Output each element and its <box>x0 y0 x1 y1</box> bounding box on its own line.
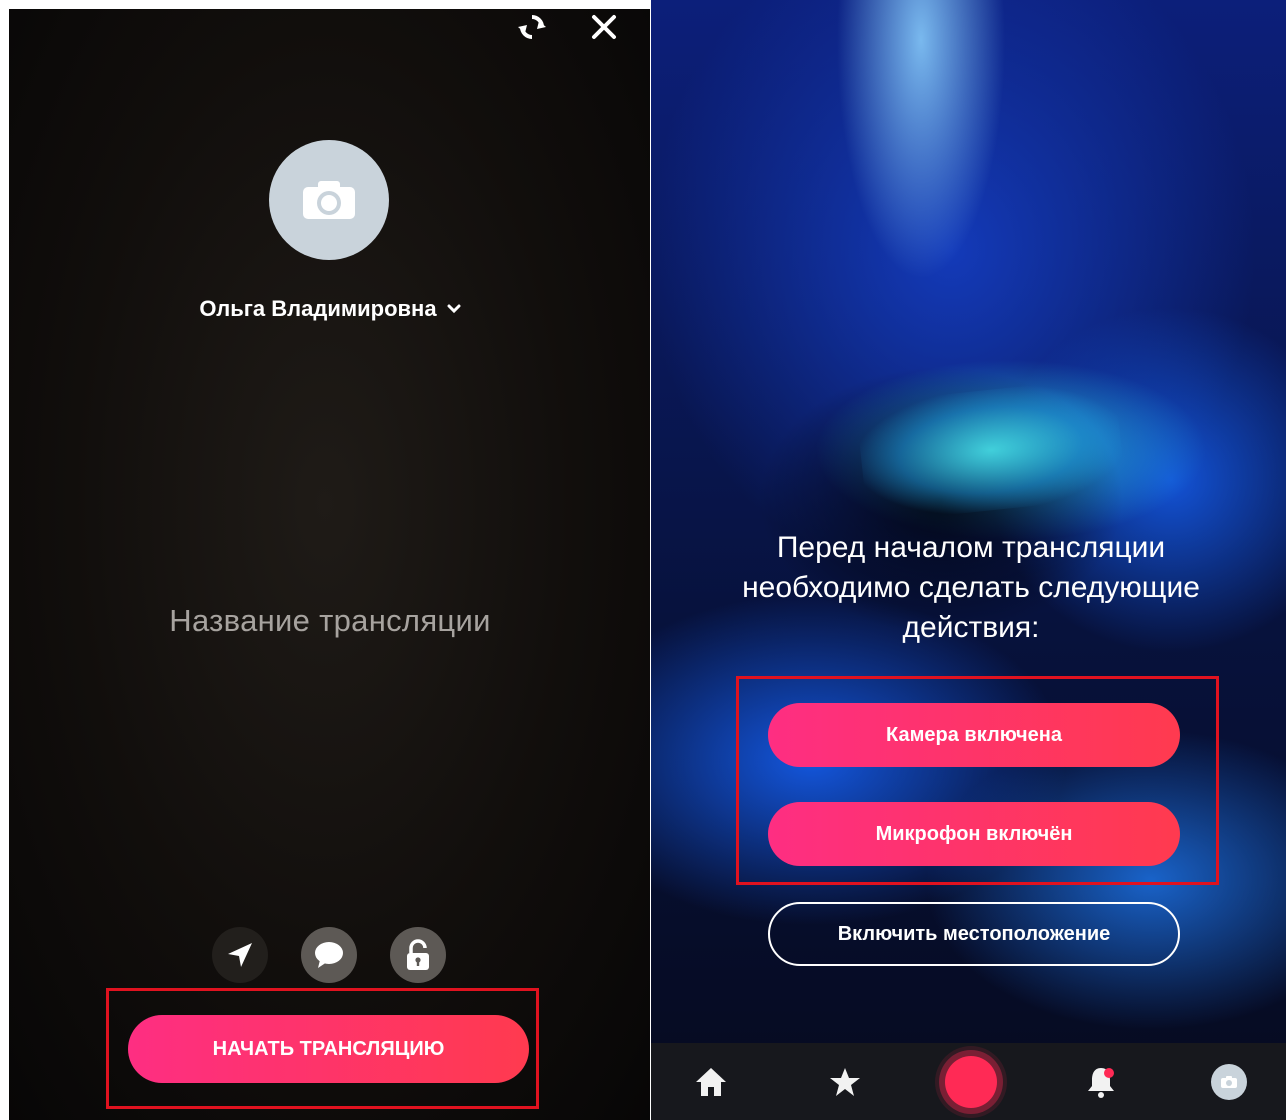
prompt-line: необходимо сделать следующие <box>742 571 1200 604</box>
top-margin <box>0 0 650 9</box>
tab-notifications[interactable] <box>1071 1043 1131 1120</box>
user-name-selector[interactable]: Ольга Владимировна <box>150 292 510 326</box>
close-icon[interactable] <box>582 10 626 44</box>
prompt-line: Перед началом трансляции <box>776 531 1166 564</box>
avatar[interactable] <box>269 140 389 260</box>
camera-enabled-button[interactable]: Камера включена <box>768 703 1180 767</box>
background-phone-glow <box>855 376 1127 524</box>
left-margin <box>0 0 9 1120</box>
profile-camera-icon <box>1211 1063 1247 1100</box>
privacy-toggle[interactable] <box>390 927 446 983</box>
location-arrow-icon <box>228 943 252 967</box>
start-stream-button[interactable]: НАЧАТЬ ТРАНСЛЯЦИЮ <box>128 1015 529 1083</box>
bell-icon <box>1088 1067 1114 1098</box>
location-toggle[interactable] <box>212 927 268 983</box>
prompt-line: действия: <box>902 611 1040 644</box>
tab-favorites[interactable] <box>815 1043 875 1120</box>
chat-toggle[interactable] <box>301 927 357 983</box>
refresh-icon[interactable] <box>510 10 554 44</box>
permissions-screen: Перед началом трансляции необходимо сдел… <box>651 0 1286 1120</box>
user-name: Ольга Владимировна <box>199 296 437 321</box>
camera-icon <box>303 181 355 219</box>
stream-title-input[interactable]: Название трансляции <box>60 603 600 639</box>
star-icon <box>830 1067 860 1096</box>
stream-setup-screen: Ольга Владимировна Название трансляции Н… <box>0 0 650 1120</box>
record-icon <box>945 1055 997 1108</box>
tab-profile[interactable] <box>1199 1043 1259 1120</box>
chat-bubble-icon <box>315 942 343 968</box>
enable-location-button[interactable]: Включить местоположение <box>768 902 1180 966</box>
chevron-down-icon <box>447 304 461 314</box>
tab-home[interactable] <box>681 1043 741 1120</box>
permissions-prompt: Перед началом трансляции необходимо сдел… <box>691 528 1251 648</box>
unlocked-icon <box>407 939 429 970</box>
bottom-tab-bar <box>651 1043 1286 1120</box>
microphone-enabled-button[interactable]: Микрофон включён <box>768 802 1180 866</box>
home-icon <box>696 1067 726 1096</box>
tab-record[interactable] <box>936 1043 1006 1120</box>
